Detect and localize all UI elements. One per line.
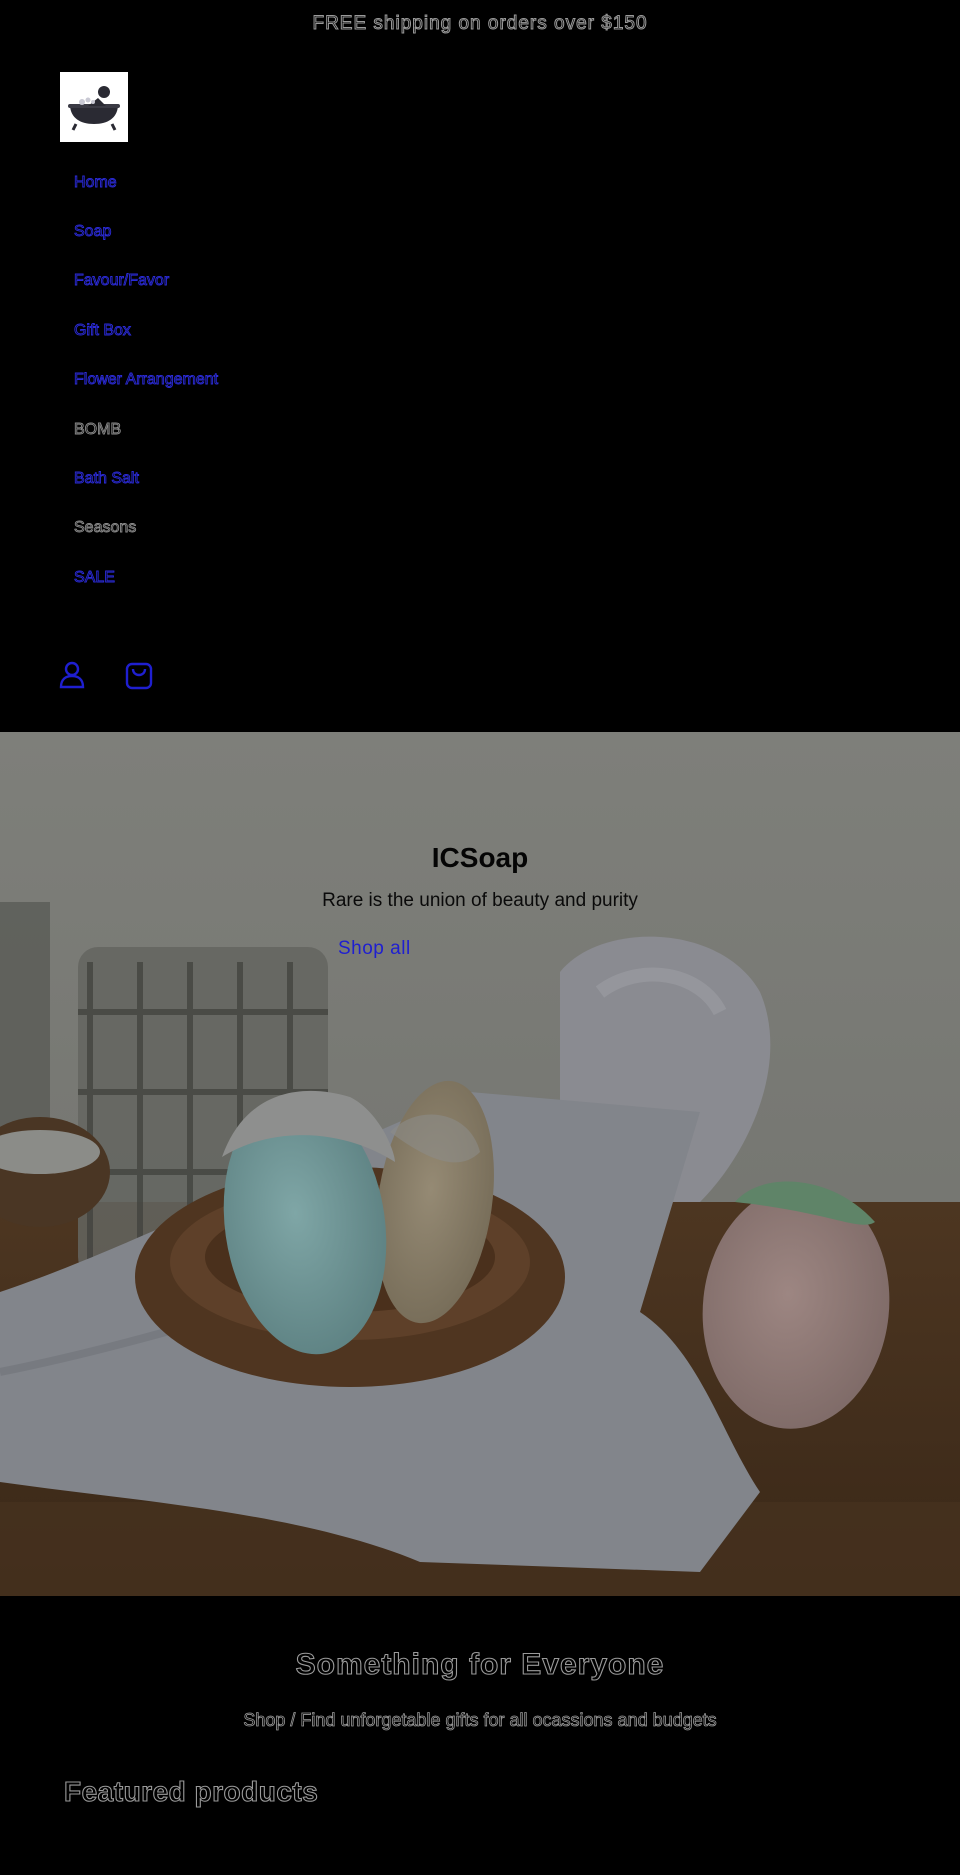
hero-title: ICSoap <box>431 842 529 873</box>
nav-item-seasons[interactable]: Seasons <box>74 519 137 537</box>
collection-subheading: Shop / Find unforgetable gifts for all o… <box>243 1710 717 1731</box>
hero-banner: ICSoap Rare is the union of beauty and p… <box>0 732 960 1596</box>
announcement-bar: FREE shipping on orders over $150 <box>0 0 960 48</box>
account-button[interactable] <box>56 659 88 691</box>
collection-heading: Something for Everyone <box>295 1647 665 1681</box>
nav-item-sale[interactable]: SALE <box>74 568 116 587</box>
nav-item-bath-salt[interactable]: Bath Salt <box>74 470 140 488</box>
nav-item-home[interactable]: Home <box>74 173 118 192</box>
nav-item-gift-box[interactable]: Gift Box <box>74 321 132 340</box>
account-icon <box>59 661 85 689</box>
cart-button[interactable] <box>123 659 155 691</box>
nav-item-soap[interactable]: Soap <box>74 223 112 241</box>
shop-all-button[interactable]: Shop all <box>338 938 411 960</box>
nav-item-favour[interactable]: Favour/Favor <box>74 272 170 290</box>
bathtub-logo-icon <box>60 72 128 142</box>
nav-item-bomb[interactable]: BOMB <box>74 420 122 439</box>
announcement-text: FREE shipping on orders over $150 <box>312 13 648 35</box>
main-navigation: Home Soap Favour/Favor Gift Box Flower A… <box>74 158 219 603</box>
featured-products-heading: Featured products <box>63 1775 319 1807</box>
nav-item-flower-arrangement[interactable]: Flower Arrangement <box>74 371 219 389</box>
hero-subtitle: Rare is the union of beauty and purity <box>322 890 638 911</box>
cart-icon <box>125 662 153 690</box>
store-logo[interactable] <box>60 72 128 142</box>
